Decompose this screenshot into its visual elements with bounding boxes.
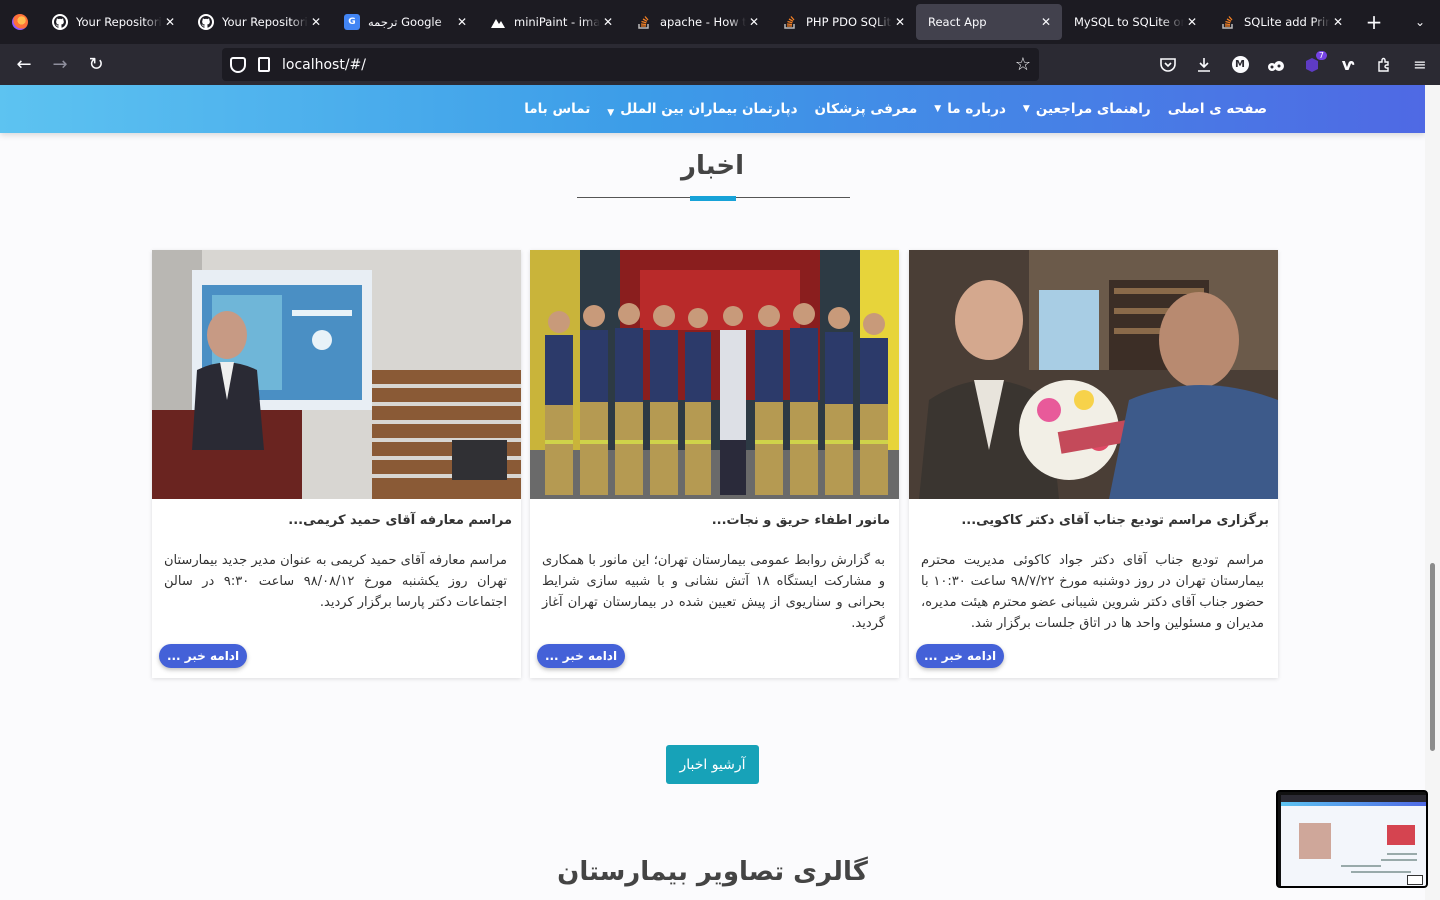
- caret-down-icon: ▼: [607, 108, 615, 118]
- tab-4[interactable]: apache - How to ✕: [624, 4, 770, 40]
- news-image-farewell[interactable]: [909, 250, 1278, 499]
- read-more-button[interactable]: ادامه خبر ...: [159, 644, 247, 668]
- close-icon[interactable]: ✕: [1038, 15, 1054, 29]
- tab-title: SQLite add Primary: [1244, 15, 1330, 29]
- nav-item-about[interactable]: درباره ما ▼: [934, 101, 1006, 117]
- nav-item-international[interactable]: دپارتمان بیماران بین الملل ▼: [607, 100, 797, 118]
- tab-title: PHP PDO SQLite: [806, 15, 892, 29]
- news-archive-button[interactable]: آرشیو اخبار: [666, 745, 759, 784]
- back-arrow-icon[interactable]: ←: [6, 47, 42, 83]
- news-title[interactable]: مانور اطفاء حریق و نجات...: [539, 513, 890, 528]
- forward-arrow-icon[interactable]: →: [42, 47, 78, 83]
- address-bar[interactable]: localhost/#/ ☆: [222, 48, 1039, 81]
- news-title[interactable]: برگزاری مراسم تودیع جناب آقای دکتر کاکوی…: [918, 513, 1269, 528]
- tab-title: miniPaint - image editor: [514, 15, 600, 29]
- tab-7[interactable]: MySQL to SQLite online ✕: [1062, 4, 1208, 40]
- news-title[interactable]: مراسم معارفه آقای حمید کریمی...: [161, 513, 512, 528]
- tab-title: React App: [928, 15, 987, 29]
- download-icon[interactable]: [1186, 48, 1222, 81]
- close-icon[interactable]: ✕: [1330, 15, 1346, 29]
- pocket-icon[interactable]: [1150, 48, 1186, 81]
- nav-item-home[interactable]: صفحه ی اصلی: [1168, 101, 1267, 117]
- toolbar-extensions: M 7 ⱱ ≡: [1150, 48, 1438, 81]
- extension-badge-icon[interactable]: 7: [1294, 48, 1330, 81]
- tracking-shield-icon[interactable]: [230, 56, 246, 73]
- close-icon[interactable]: ✕: [1184, 15, 1200, 29]
- news-section-title: اخبار: [681, 151, 744, 181]
- navigation-toolbar: ← → ↻ localhost/#/ ☆ M 7 ⱱ ≡: [0, 44, 1440, 85]
- stackoverflow-icon: [782, 14, 798, 30]
- tab-title: Your Repositories: [222, 15, 308, 29]
- minipaint-icon: [490, 14, 506, 30]
- page-scrollbar[interactable]: [1425, 85, 1440, 900]
- close-icon[interactable]: ✕: [600, 15, 616, 29]
- caret-down-icon: ▼: [1022, 104, 1030, 114]
- pip-screen: [1281, 795, 1426, 886]
- tab-strip: Your Repositories ✕ Your Repositories ✕ …: [0, 0, 1440, 44]
- url-text[interactable]: localhost/#/: [282, 57, 366, 73]
- news-body: مراسم تودیع جناب آقای دکتر جواد کاکوئی م…: [921, 553, 1265, 631]
- news-image-introduction[interactable]: [152, 250, 521, 499]
- nav-item-contact[interactable]: تماس باما: [524, 101, 590, 117]
- read-more-button[interactable]: ادامه خبر ...: [916, 644, 1004, 668]
- page-viewport: صفحه ی اصلی راهنمای مراجعین ▼ درباره ما ▼ …: [0, 85, 1425, 900]
- picture-in-picture-window[interactable]: [1276, 790, 1428, 888]
- read-more-button[interactable]: ادامه خبر ...: [537, 644, 625, 668]
- google-translate-icon: G: [344, 14, 360, 30]
- new-tab-icon[interactable]: +: [1354, 10, 1394, 34]
- tab-title: MySQL to SQLite online: [1074, 15, 1184, 29]
- tab-5[interactable]: PHP PDO SQLite ✕: [770, 4, 916, 40]
- news-card: مراسم معارفه آقای حمید کریمی... مراسم مع…: [152, 250, 521, 678]
- close-icon[interactable]: ✕: [892, 15, 908, 29]
- stackoverflow-icon: [636, 14, 652, 30]
- nav-label: دپارتمان بیماران بین الملل: [620, 101, 798, 117]
- news-body: به گزارش روابط عمومی بیمارستان تهران؛ ای…: [542, 553, 885, 631]
- account-m-icon[interactable]: M: [1222, 48, 1258, 81]
- tab-list-chevron-icon[interactable]: ⌄: [1400, 15, 1440, 29]
- extensions-puzzle-icon[interactable]: [1366, 48, 1402, 81]
- nav-label: تماس باما: [524, 101, 591, 117]
- tab-6[interactable]: React App ✕: [916, 4, 1062, 40]
- nav-item-visitor-guide[interactable]: راهنمای مراجعین ▼: [1023, 101, 1151, 117]
- close-icon[interactable]: ✕: [746, 15, 762, 29]
- close-icon[interactable]: ✕: [308, 15, 324, 29]
- news-card: برگزاری مراسم تودیع جناب آقای دکتر کاکوی…: [909, 250, 1278, 678]
- caret-down-icon: ▼: [934, 104, 942, 114]
- scrollbar-thumb[interactable]: [1430, 563, 1435, 751]
- pip-toggle-icon[interactable]: [1407, 875, 1423, 885]
- nav-label: درباره ما: [947, 101, 1006, 117]
- tab-2[interactable]: G ترجمه Google ✕: [332, 4, 478, 40]
- github-icon: [52, 14, 68, 30]
- tab-title: ترجمه Google: [368, 15, 442, 29]
- gallery-section-title: گالری تصاویر بیمارستان: [557, 857, 868, 887]
- nav-label: راهنمای مراجعین: [1035, 101, 1151, 117]
- news-card: مانور اطفاء حریق و نجات... به گزارش رواب…: [530, 250, 899, 678]
- site-navbar: صفحه ی اصلی راهنمای مراجعین ▼ درباره ما ▼ …: [0, 85, 1425, 133]
- tab-0[interactable]: Your Repositories ✕: [40, 4, 186, 40]
- tab-title: apache - How to: [660, 15, 746, 29]
- tab-8[interactable]: SQLite add Primary ✕: [1208, 4, 1354, 40]
- nav-item-doctors[interactable]: معرفی پزشکان: [815, 101, 918, 117]
- close-icon[interactable]: ✕: [162, 15, 178, 29]
- tab-title: Your Repositories: [76, 15, 162, 29]
- bookmark-star-icon[interactable]: ☆: [1015, 54, 1031, 75]
- tab-1[interactable]: Your Repositories ✕: [186, 4, 332, 40]
- menu-hamburger-icon[interactable]: ≡: [1402, 48, 1438, 81]
- nav-label: معرفی پزشکان: [814, 101, 918, 117]
- extension-cloud-icon[interactable]: [1258, 48, 1294, 81]
- extension-badge-count: 7: [1315, 51, 1327, 60]
- page-info-icon[interactable]: [258, 57, 270, 72]
- news-body: مراسم معارفه آقای حمید کریمی به عنوان مد…: [164, 553, 507, 610]
- news-image-fire-drill[interactable]: [530, 250, 899, 499]
- tab-3[interactable]: miniPaint - image editor ✕: [478, 4, 624, 40]
- extension-v-icon[interactable]: ⱱ: [1330, 48, 1366, 81]
- github-icon: [198, 14, 214, 30]
- stackoverflow-icon: [1220, 14, 1236, 30]
- firefox-icon[interactable]: [0, 0, 40, 44]
- close-icon[interactable]: ✕: [454, 15, 470, 29]
- title-accent-bar: [690, 196, 736, 201]
- reload-icon[interactable]: ↻: [78, 47, 114, 83]
- nav-label: صفحه ی اصلی: [1167, 101, 1267, 117]
